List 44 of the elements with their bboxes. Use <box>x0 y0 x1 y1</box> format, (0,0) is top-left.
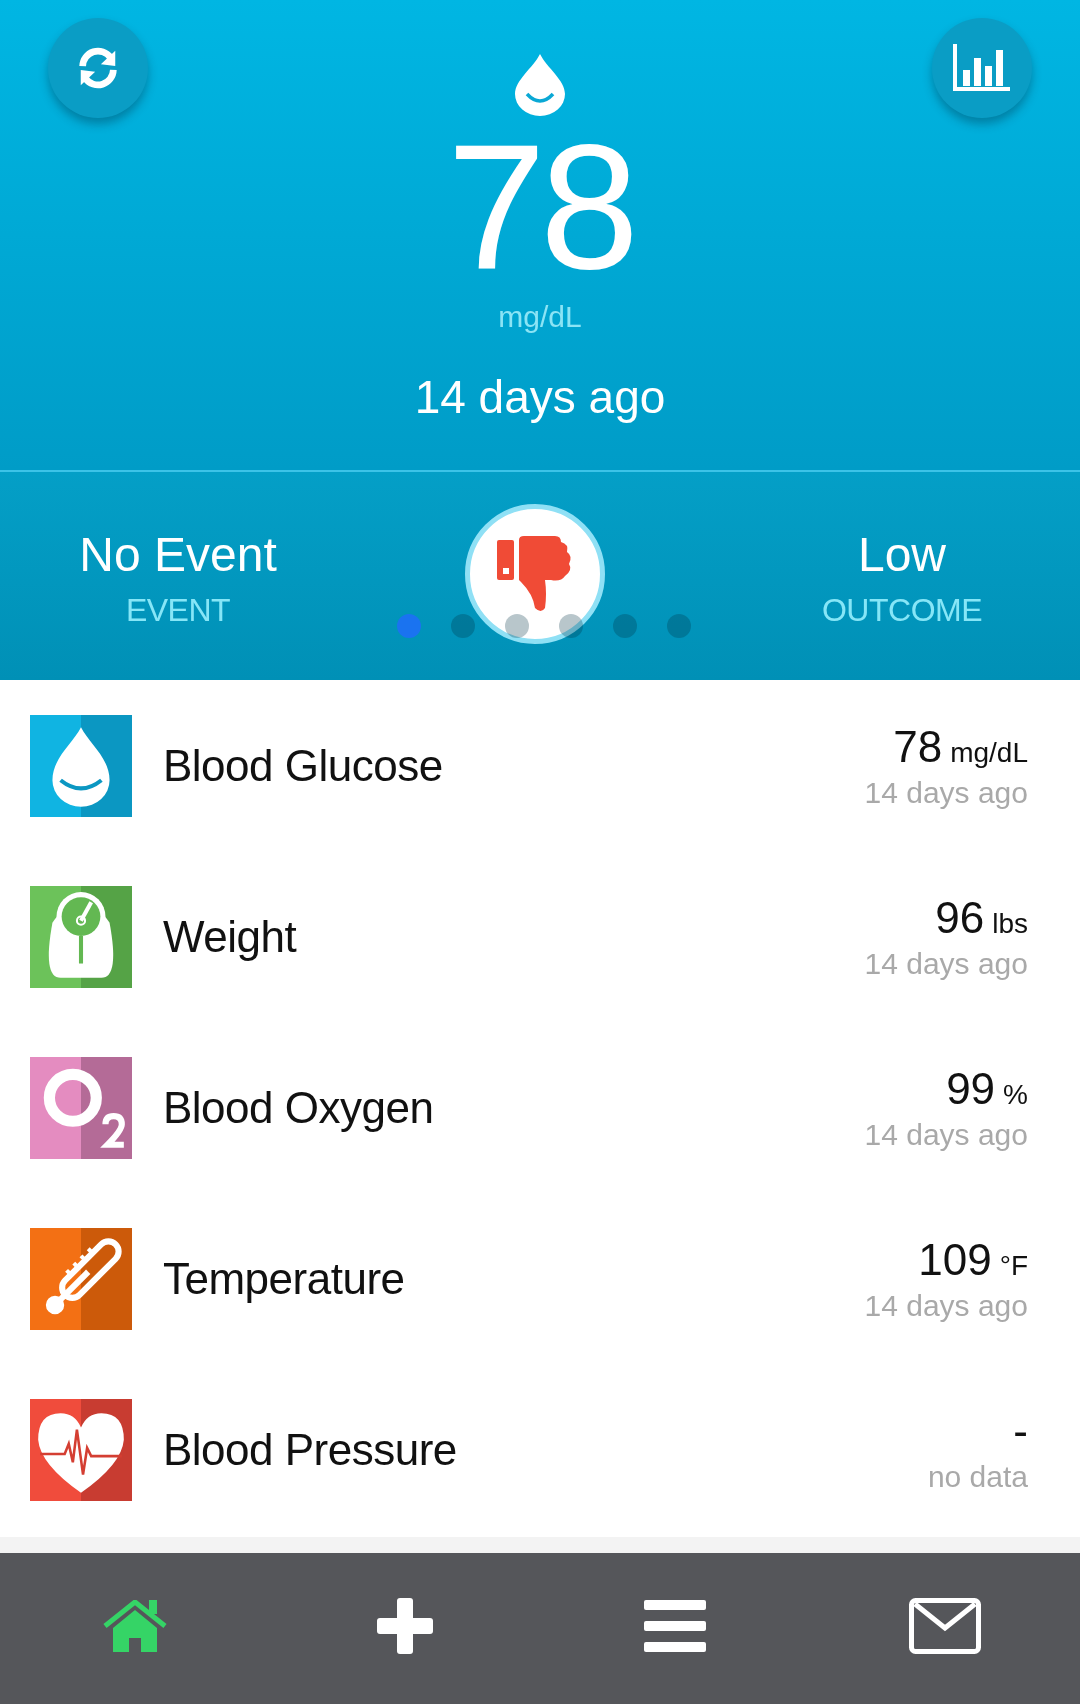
page-dot[interactable] <box>667 614 691 638</box>
metric-name: Blood Oxygen <box>163 1082 435 1133</box>
temperature-icon <box>30 1227 132 1330</box>
metric-unit: % <box>1003 1078 1028 1110</box>
metric-time: 14 days ago <box>864 946 1028 981</box>
metric-value: 96 <box>935 892 985 942</box>
metric-value: - <box>1013 1405 1028 1455</box>
outcome-label: OUTCOME <box>821 591 982 629</box>
plus-icon <box>377 1597 433 1654</box>
metric-value: 109 <box>918 1234 992 1284</box>
chart-button[interactable] <box>932 18 1032 118</box>
page-dot[interactable] <box>505 614 529 638</box>
page-dot[interactable] <box>559 614 583 638</box>
metric-value: 99 <box>946 1063 996 1113</box>
weight-icon <box>30 885 132 988</box>
reading-time: 14 days ago <box>414 371 666 423</box>
metric-name: Blood Glucose <box>163 740 444 791</box>
pressure-icon <box>30 1398 132 1501</box>
metric-unit: °F <box>999 1249 1028 1281</box>
metric-time: 14 days ago <box>864 1288 1028 1323</box>
metric-name: Weight <box>163 911 298 962</box>
home-icon <box>103 1599 167 1652</box>
metric-time: 14 days ago <box>864 1117 1028 1152</box>
metric-time: no data <box>927 1459 1028 1494</box>
metric-unit: lbs <box>992 907 1028 939</box>
mail-icon <box>909 1597 981 1654</box>
refresh-button[interactable] <box>48 18 148 118</box>
menu-icon <box>644 1599 706 1652</box>
page-dot[interactable] <box>451 614 475 638</box>
water-drop-icon <box>513 54 567 116</box>
oxygen-icon <box>30 1056 132 1159</box>
thumbs-down-icon <box>497 534 573 614</box>
outcome-value: Low <box>857 529 947 582</box>
bar-chart-icon <box>952 44 1012 92</box>
metric-name: Blood Pressure <box>163 1424 458 1475</box>
metric-unit: mg/dL <box>950 736 1028 768</box>
event-label: EVENT <box>125 591 231 629</box>
event-value: No Event <box>79 529 277 582</box>
page-dot[interactable] <box>613 614 637 638</box>
metric-name: Temperature <box>163 1253 406 1304</box>
page-dot[interactable] <box>397 614 421 638</box>
metric-value: 78 <box>893 721 943 771</box>
glucose-icon <box>30 714 132 817</box>
metric-time: 14 days ago <box>864 775 1028 810</box>
